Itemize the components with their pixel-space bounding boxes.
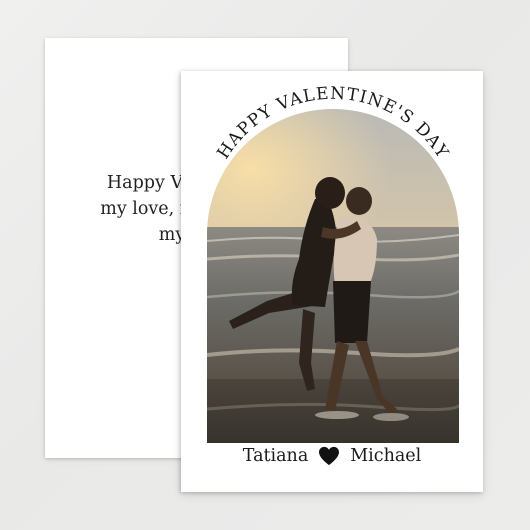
name-second: Michael — [350, 446, 422, 466]
names-row: Tatiana Michael — [181, 441, 483, 471]
card-front: HAPPY VALENTINE'S DAY Tatiana Michael — [181, 71, 483, 492]
heart-icon — [319, 446, 340, 466]
couple-photo — [207, 109, 459, 443]
name-first: Tatiana — [242, 446, 309, 466]
